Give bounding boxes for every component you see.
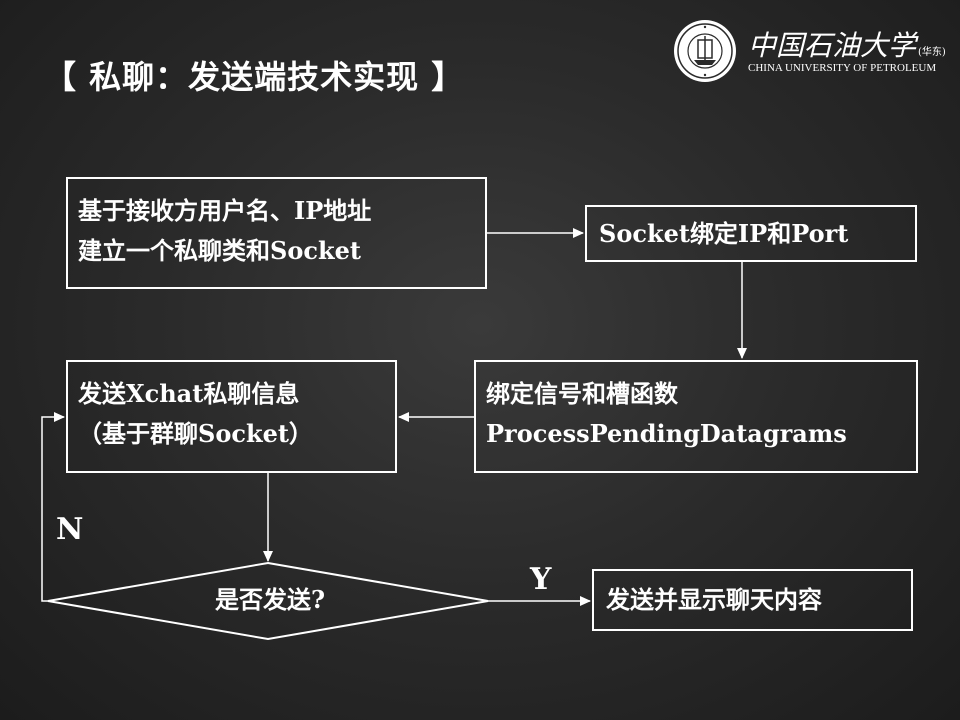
decision-label: 是否发送? [214,585,326,614]
step-send-private-message: 发送Xchat私聊信息 （基于群聊Socket） [66,360,397,473]
branch-label-yes: Y [530,562,552,597]
step-send-and-display: 发送并显示聊天内容 [592,569,913,631]
arrow-no-loop [41,412,65,602]
step1-line2: 建立一个私聊类和Socket [78,236,361,265]
step5-text: 发送并显示聊天内容 [606,585,822,614]
step-bind-signal-slot: 绑定信号和槽函数 ProcessPendingDatagrams [474,360,918,473]
step-create-private-chat: 基于接收方用户名、IP地址 建立一个私聊类和Socket [66,177,487,289]
step-bind-socket: Socket绑定IP和Port [585,205,917,262]
step2-text: Socket绑定IP和Port [599,219,849,248]
step3-line2: ProcessPendingDatagrams [486,419,847,448]
step1-line1: 基于接收方用户名、IP地址 [78,196,372,225]
branch-label-no: N [56,512,84,547]
step4-line1: 发送Xchat私聊信息 [78,379,300,408]
step4-line2: （基于群聊Socket） [78,419,313,448]
step3-line1: 绑定信号和槽函数 [486,379,678,408]
